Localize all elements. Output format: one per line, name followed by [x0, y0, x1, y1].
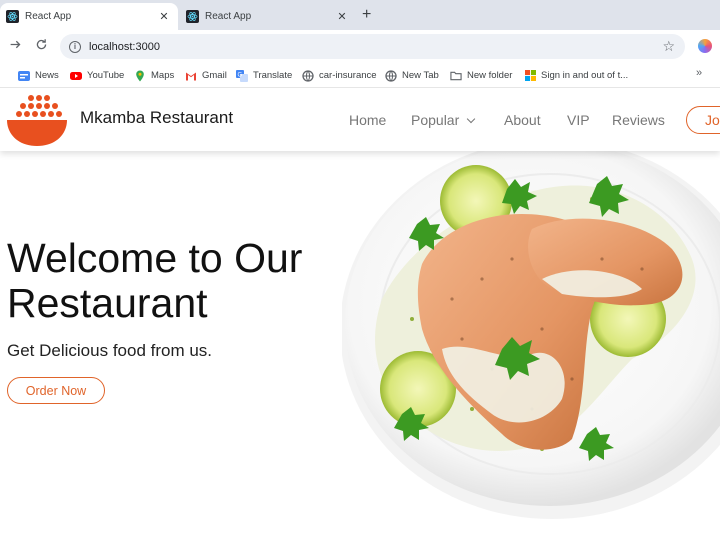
bookmark-label: YouTube [87, 70, 125, 81]
close-tab-icon[interactable]: ✕ [334, 10, 350, 23]
bookmarks-overflow-icon[interactable]: » [696, 67, 702, 79]
site-header: Mkamba Restaurant Home Popular About VIP… [0, 89, 720, 151]
youtube-icon [70, 70, 82, 82]
translate-icon: G [236, 69, 248, 82]
address-bar[interactable]: i localhost:3000 ☆ [60, 34, 685, 59]
bookmark-car-insurance[interactable]: car-insurance [302, 68, 377, 83]
gmail-icon [185, 70, 197, 82]
bookmark-new-tab[interactable]: New Tab [385, 68, 439, 83]
folder-icon [450, 70, 462, 82]
browser-tab-active[interactable]: React App ✕ [0, 3, 178, 30]
join-button[interactable]: Jo [686, 106, 720, 134]
bookmark-sign-in[interactable]: Sign in and out of t... [524, 68, 628, 83]
forward-arrow-icon[interactable] [9, 38, 22, 54]
bookmark-label: New Tab [402, 70, 439, 81]
bookmark-gmail[interactable]: Gmail [185, 68, 227, 83]
browser-tab-inactive[interactable]: React App ✕ [180, 3, 356, 30]
bookmark-label: Sign in and out of t... [541, 70, 629, 81]
bookmark-youtube[interactable]: YouTube [70, 68, 124, 83]
microsoft-icon [524, 70, 536, 82]
bookmarks-bar: News YouTube Maps Gmail G Translate car-… [0, 63, 720, 88]
bookmark-translate[interactable]: G Translate [236, 68, 292, 83]
globe-icon [385, 69, 397, 82]
tab-title: React App [205, 11, 252, 22]
react-icon [6, 10, 19, 23]
bookmark-label: Maps [151, 70, 175, 81]
grilled-chicken-plate-image [342, 149, 720, 519]
site-info-icon[interactable]: i [69, 40, 81, 53]
nav-reviews[interactable]: Reviews [612, 112, 665, 128]
react-icon [186, 10, 199, 23]
nav-vip[interactable]: VIP [567, 112, 590, 128]
close-tab-icon[interactable]: ✕ [156, 10, 172, 23]
bookmark-label: News [35, 70, 59, 81]
new-tab-button[interactable]: + [362, 6, 371, 24]
bookmark-star-icon[interactable]: ☆ [662, 38, 675, 55]
tab-title: React App [25, 11, 72, 22]
hero-title: Welcome to Our Restaurant [7, 236, 367, 326]
news-icon [18, 70, 30, 82]
hero-subtitle: Get Delicious food from us. [7, 341, 213, 360]
bookmark-new-folder[interactable]: New folder [450, 68, 512, 83]
globe-icon [302, 69, 314, 82]
bookmark-label: Translate [253, 70, 293, 81]
hero-title-line-2: Restaurant [7, 280, 208, 326]
browser-toolbar: i localhost:3000 ☆ [0, 30, 720, 63]
website-viewport: Mkamba Restaurant Home Popular About VIP… [0, 89, 720, 540]
bookmark-news[interactable]: News [18, 68, 59, 83]
bookmark-label: car-insurance [319, 70, 377, 81]
bookmark-maps[interactable]: Maps [134, 68, 174, 83]
browser-tab-strip: React App ✕ React App ✕ + [0, 0, 720, 30]
maps-icon [134, 70, 146, 82]
order-now-button[interactable]: Order Now [7, 377, 105, 404]
brand-name[interactable]: Mkamba Restaurant [80, 108, 233, 128]
hero-title-line-1: Welcome to Our [7, 235, 303, 281]
extension-icon[interactable] [698, 39, 712, 53]
restaurant-bowl-logo-icon[interactable] [6, 94, 68, 150]
bookmark-label: New folder [467, 70, 513, 81]
url-text[interactable]: localhost:3000 [89, 41, 160, 53]
svg-text:G: G [238, 72, 243, 78]
nav-home[interactable]: Home [349, 112, 386, 128]
nav-about[interactable]: About [504, 112, 541, 128]
bookmark-label: Gmail [202, 70, 227, 81]
nav-popular-dropdown[interactable]: Popular [411, 112, 474, 128]
reload-icon[interactable] [35, 38, 48, 54]
